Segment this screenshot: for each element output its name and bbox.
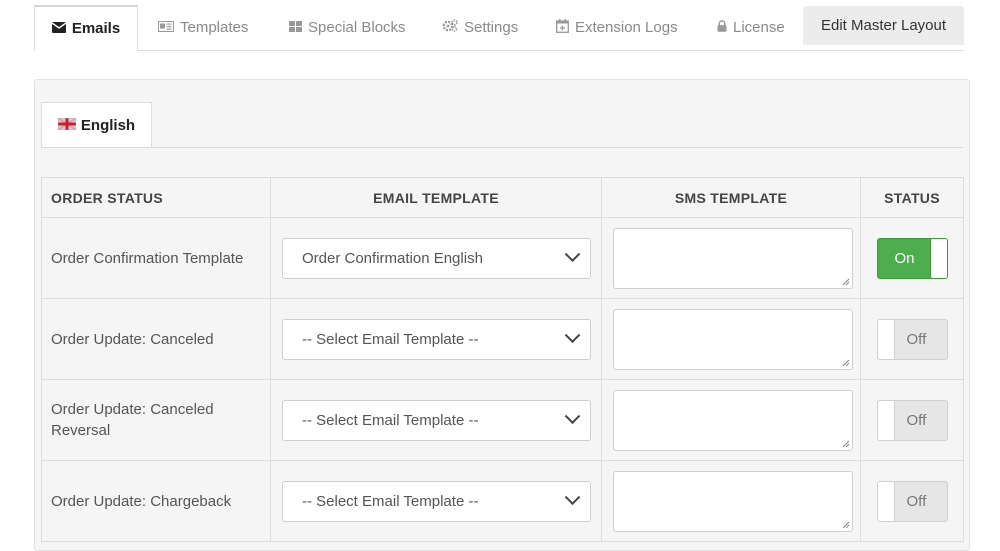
order-status-label: Order Update: Canceled [41,298,271,380]
tab-label: Emails [71,20,121,37]
table-header-row: ORDER STATUS EMAIL TEMPLATE SMS TEMPLATE… [41,177,964,218]
chevron-down-icon [564,488,581,505]
table-row: Order Update: Chargeback -- Select Email… [41,460,964,542]
emails-panel: English ORDER STATUS EMAIL TEMPLATE SMS … [34,79,970,551]
tab-label: Special Blocks [308,19,406,36]
cogs-icon [442,19,458,36]
tab-label: Templates [180,19,249,36]
envelope-icon [51,20,67,37]
toggle-knob [929,238,947,278]
tab-label: Extension Logs [575,19,678,36]
tab-language-english[interactable]: English [41,102,152,148]
table-row: Order Update: Canceled -- Select Email T… [41,298,964,380]
edit-master-layout-button[interactable]: Edit Master Layout [803,6,964,45]
column-header-sms-template: SMS TEMPLATE [601,177,861,218]
column-header-order-status: ORDER STATUS [41,177,271,218]
status-toggle[interactable]: Off [876,399,948,441]
toggle-knob [877,400,895,440]
sms-template-textarea[interactable] [613,308,853,370]
language-label: English [80,117,136,134]
sms-template-textarea[interactable] [613,227,853,289]
status-toggle[interactable]: Off [876,318,948,360]
chevron-down-icon [564,245,581,262]
resize-handle-icon[interactable] [842,359,850,367]
tab-templates[interactable]: Templates [158,5,248,50]
status-toggle[interactable]: Off [876,480,948,522]
resize-handle-icon[interactable] [842,521,850,529]
email-template-select[interactable]: -- Select Email Template -- [282,399,591,441]
tab-label: Edit Master Layout [820,17,947,34]
tab-special-blocks[interactable]: Special Blocks [289,5,406,50]
toggle-knob [877,481,895,521]
email-template-select[interactable]: -- Select Email Template -- [282,480,591,522]
uk-flag-icon [57,117,77,134]
tab-settings[interactable]: Settings [442,5,518,50]
tab-emails[interactable]: Emails [34,5,138,51]
calendar-icon [556,18,569,37]
email-template-select[interactable]: -- Select Email Template -- [282,318,591,360]
order-status-table: ORDER STATUS EMAIL TEMPLATE SMS TEMPLATE… [41,177,964,542]
resize-handle-icon[interactable] [842,278,850,286]
tab-extension-logs[interactable]: Extension Logs [556,5,678,50]
chevron-down-icon [564,326,581,343]
column-header-email-template: EMAIL TEMPLATE [270,177,602,218]
toggle-label: On [894,249,915,267]
table-row: Order Confirmation Template Order Confir… [41,217,964,299]
template-icon [158,19,174,36]
blocks-icon [289,19,302,36]
table-row: Order Update: Canceled Reversal -- Selec… [41,379,964,461]
chevron-down-icon [564,407,581,424]
sms-template-textarea[interactable] [613,470,853,532]
status-toggle[interactable]: On [876,237,948,279]
selected-template: -- Select Email Template -- [302,411,479,429]
selected-template: -- Select Email Template -- [302,330,479,348]
toggle-label: Off [906,411,927,429]
lock-icon [717,19,727,36]
resize-handle-icon[interactable] [842,440,850,448]
toggle-label: Off [906,492,927,510]
email-template-select[interactable]: Order Confirmation English [282,237,591,279]
toggle-knob [877,319,895,359]
order-status-label: Order Update: Canceled Reversal [41,379,271,461]
selected-template: Order Confirmation English [302,249,483,267]
tab-license[interactable]: License [717,5,785,50]
order-status-label: Order Update: Chargeback [41,460,271,542]
selected-template: -- Select Email Template -- [302,492,479,510]
column-header-status: STATUS [860,177,964,218]
order-status-label: Order Confirmation Template [41,217,271,299]
tab-label: Settings [464,19,519,36]
tab-label: License [733,19,785,36]
sms-template-textarea[interactable] [613,389,853,451]
language-tabs-divider [41,147,963,148]
toggle-label: Off [906,330,927,348]
main-tabs: Emails Templates Special Blocks Settings… [34,5,964,51]
